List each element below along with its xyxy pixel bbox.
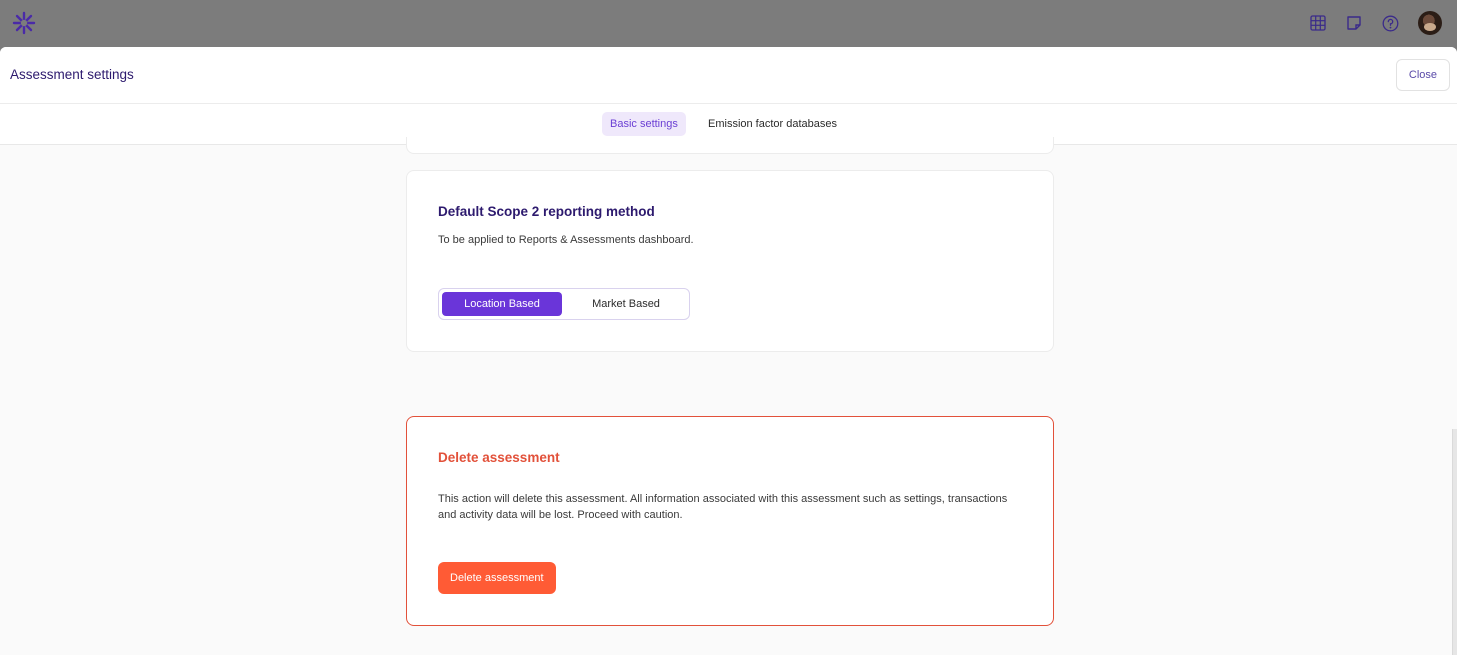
user-avatar[interactable]: [1418, 11, 1442, 35]
reporting-method-toggle: Location Based Market Based: [438, 288, 690, 320]
delete-assessment-button[interactable]: Delete assessment: [438, 562, 556, 594]
tab-emission-factor-databases[interactable]: Emission factor databases: [700, 112, 845, 136]
modal-title: Assessment settings: [10, 67, 134, 82]
scope2-card-title: Default Scope 2 reporting method: [438, 204, 655, 219]
grid-icon[interactable]: [1306, 11, 1330, 35]
scrollbar[interactable]: [1452, 429, 1457, 655]
scope2-card-description: To be applied to Reports & Assessments d…: [438, 234, 694, 246]
location-based-option[interactable]: Location Based: [442, 292, 562, 316]
market-based-option[interactable]: Market Based: [567, 292, 685, 316]
top-icons-group: [1294, 11, 1442, 35]
sticky-note-icon[interactable]: [1342, 11, 1366, 35]
assessment-settings-modal: Assessment settings Close Basic settings…: [0, 47, 1457, 655]
asterisk-logo-icon[interactable]: [11, 10, 37, 36]
delete-card-title: Delete assessment: [438, 450, 560, 465]
top-navigation-bar: [0, 0, 1457, 47]
close-button[interactable]: Close: [1395, 59, 1450, 91]
settings-content: Default Scope 2 reporting method To be a…: [0, 137, 1457, 655]
delete-assessment-card: Delete assessment This action will delet…: [406, 416, 1054, 626]
previous-settings-card: [406, 137, 1054, 154]
scope2-reporting-card: Default Scope 2 reporting method To be a…: [406, 170, 1054, 352]
tab-basic-settings[interactable]: Basic settings: [602, 112, 686, 136]
help-icon[interactable]: [1378, 11, 1402, 35]
delete-card-description: This action will delete this assessment.…: [438, 493, 1008, 521]
modal-header: Assessment settings Close: [0, 47, 1457, 104]
